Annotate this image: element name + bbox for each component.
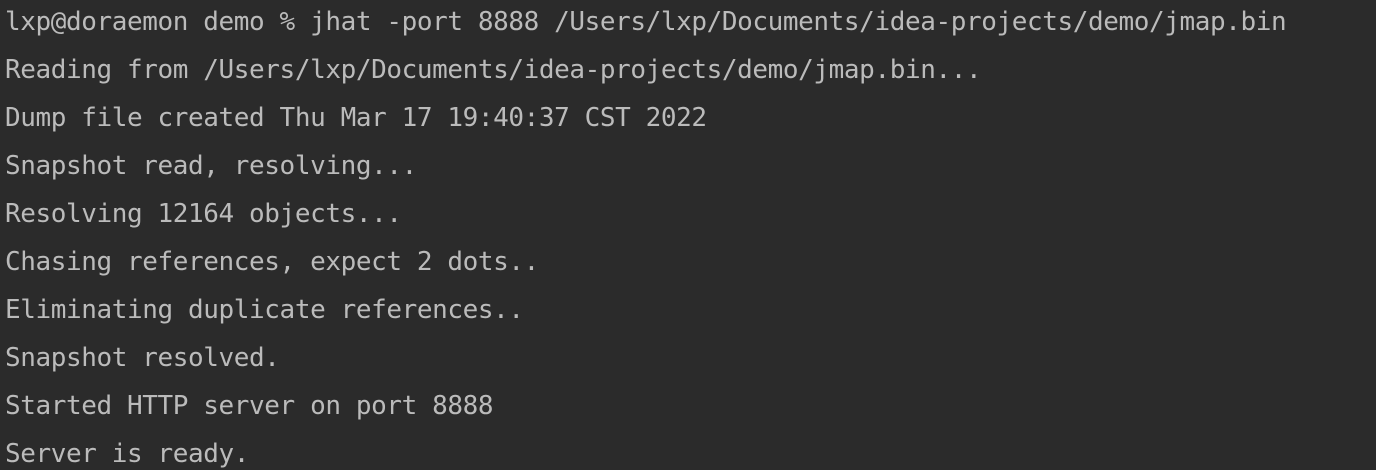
terminal-line: Resolving 12164 objects...	[5, 199, 402, 229]
terminal-line: Server is ready.	[5, 439, 250, 469]
terminal-line: Eliminating duplicate references..	[5, 295, 524, 325]
terminal-output[interactable]: lxp@doraemon demo % jhat -port 8888 /Use…	[0, 0, 1376, 470]
terminal-line: Dump file created Thu Mar 17 19:40:37 CS…	[5, 103, 707, 133]
terminal-line: Snapshot read, resolving...	[5, 151, 417, 181]
terminal-line: Started HTTP server on port 8888	[5, 391, 494, 421]
terminal-line: Snapshot resolved.	[5, 343, 280, 373]
terminal-line-command: lxp@doraemon demo % jhat -port 8888 /Use…	[5, 7, 1287, 37]
terminal-line: Chasing references, expect 2 dots..	[5, 247, 539, 277]
terminal-line: Reading from /Users/lxp/Documents/idea-p…	[5, 55, 982, 85]
